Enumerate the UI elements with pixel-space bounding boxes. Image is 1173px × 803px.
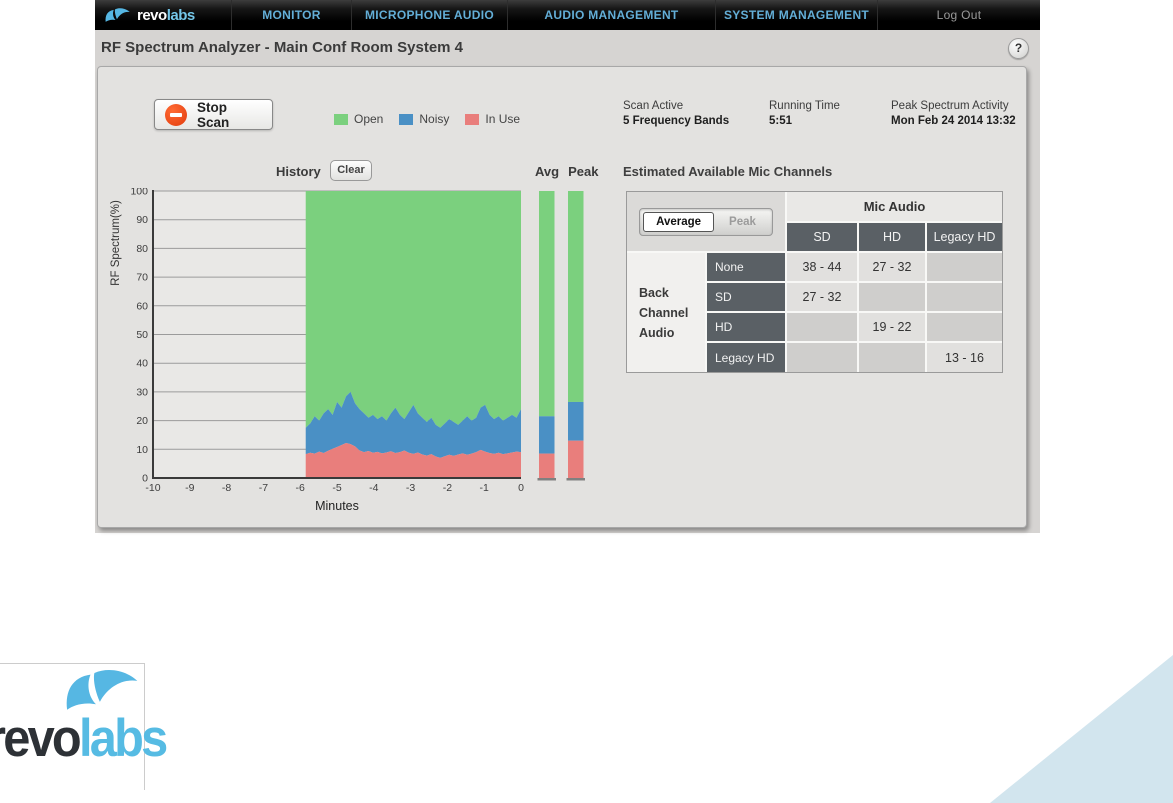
table-cell xyxy=(859,283,925,311)
peak-bar-label: Peak xyxy=(568,164,599,179)
revolabs-flag-icon xyxy=(105,7,130,22)
table-cell: 38 - 44 xyxy=(787,253,857,281)
spectrum-analyzer-panel: Stop Scan Open Noisy In Use Scan Active … xyxy=(97,66,1027,528)
svg-text:RF Spectrum(%): RF Spectrum(%) xyxy=(110,200,122,286)
page-title: RF Spectrum Analyzer - Main Conf Room Sy… xyxy=(101,39,464,56)
legend-label: Open xyxy=(354,112,384,126)
svg-text:70: 70 xyxy=(136,272,148,284)
running-time-label: Running Time xyxy=(769,100,840,112)
corner-accent-triangle xyxy=(990,655,1173,803)
top-navbar: revolabs MONITOR MICROPHONE AUDIO AUDIO … xyxy=(95,0,1040,30)
content-area: RF Spectrum Analyzer - Main Conf Room Sy… xyxy=(95,30,1040,533)
revolabs-logo-text: revolabs xyxy=(137,6,195,24)
peak-activity-label: Peak Spectrum Activity xyxy=(891,100,1009,112)
svg-text:-10: -10 xyxy=(145,482,160,494)
legend-label: In Use xyxy=(485,112,521,126)
peak-activity-block: Peak Spectrum Activity Mon Feb 24 2014 1… xyxy=(891,100,1016,127)
svg-text:-7: -7 xyxy=(259,482,268,494)
scan-active-block: Scan Active 5 Frequency Bands xyxy=(623,100,769,127)
nav-item-audio-management[interactable]: AUDIO MANAGEMENT xyxy=(507,0,715,30)
svg-text:-9: -9 xyxy=(185,482,194,494)
table-cell: 27 - 32 xyxy=(787,283,857,311)
legend-label: Noisy xyxy=(419,112,450,126)
toggle-average-button[interactable]: Average xyxy=(643,211,715,232)
toggle-peak-button[interactable]: Peak xyxy=(716,212,769,232)
table-cell: 19 - 22 xyxy=(859,313,925,341)
table-cell: 13 - 16 xyxy=(927,343,1002,372)
svg-text:100: 100 xyxy=(130,188,148,198)
help-button[interactable]: ? xyxy=(1008,38,1029,59)
col-header-legacy-hd: Legacy HD xyxy=(927,223,1002,251)
legend-item-open: Open xyxy=(334,112,383,126)
nav-item-monitor[interactable]: MONITOR xyxy=(231,0,351,30)
svg-text:-2: -2 xyxy=(443,482,452,494)
col-header-sd: SD xyxy=(787,223,857,251)
peak-activity-value: Mon Feb 24 2014 13:32 xyxy=(891,115,1016,127)
scan-active-label: Scan Active xyxy=(623,100,684,112)
svg-text:30: 30 xyxy=(136,386,148,398)
svg-text:-1: -1 xyxy=(480,482,489,494)
svg-text:-5: -5 xyxy=(332,482,341,494)
running-time-block: Running Time 5:51 xyxy=(769,100,891,127)
legend-item-inuse: In Use xyxy=(465,112,520,126)
nav-item-system-management[interactable]: SYSTEM MANAGEMENT xyxy=(715,0,877,30)
row-header-none: None xyxy=(707,253,785,281)
legend-item-noisy: Noisy xyxy=(399,112,449,126)
svg-text:50: 50 xyxy=(136,329,148,341)
history-title: History xyxy=(276,164,321,179)
mic-channels-title: Estimated Available Mic Channels xyxy=(623,164,833,179)
stop-scan-label: Stop Scan xyxy=(197,99,230,130)
svg-text:10: 10 xyxy=(136,444,148,456)
table-cell xyxy=(787,313,857,341)
svg-text:90: 90 xyxy=(136,214,148,226)
back-channel-audio-header: Back Channel Audio xyxy=(627,253,705,372)
footer-revolabs-logo: revolabs xyxy=(0,663,168,790)
revolabs-logo: revolabs xyxy=(95,0,231,30)
row-header-hd: HD xyxy=(707,313,785,341)
nav-item-microphone-audio[interactable]: MICROPHONE AUDIO xyxy=(351,0,507,30)
table-cell xyxy=(787,343,857,372)
svg-text:-8: -8 xyxy=(222,482,231,494)
open-swatch-icon xyxy=(334,113,348,125)
row-header-legacy-hd: Legacy HD xyxy=(707,343,785,372)
inuse-swatch-icon xyxy=(465,113,480,125)
avg-peak-toggle-cell: Average Peak xyxy=(627,192,785,251)
svg-text:-6: -6 xyxy=(296,482,305,494)
running-time-value: 5:51 xyxy=(769,115,793,127)
table-cell xyxy=(927,283,1002,311)
table-cell xyxy=(927,313,1002,341)
svg-text:0: 0 xyxy=(518,482,524,494)
svg-text:-4: -4 xyxy=(369,482,378,494)
svg-text:40: 40 xyxy=(136,358,148,370)
stop-scan-button[interactable]: Stop Scan xyxy=(154,99,273,130)
avg-bar-label: Avg xyxy=(535,164,560,179)
stop-icon xyxy=(165,103,187,126)
table-cell: 27 - 32 xyxy=(859,253,925,281)
avg-peak-bar-labels: Avg Peak xyxy=(535,164,598,179)
footer-logo-text: revolabs xyxy=(0,709,168,768)
svg-text:20: 20 xyxy=(136,415,148,427)
chart-legend: Open Noisy In Use xyxy=(334,112,520,126)
col-header-hd: HD xyxy=(859,223,925,251)
avg-peak-toggle: Average Peak xyxy=(639,207,773,236)
mic-audio-header: Mic Audio xyxy=(787,192,1002,221)
table-cell xyxy=(927,253,1002,281)
rf-spectrum-history-chart: 0 10 20 30 40 50 60 70 80 90 100 -10 -9 -8 -7 -6 -5 -4 -3 -… xyxy=(110,188,585,513)
scan-status-row: Scan Active 5 Frequency Bands Running Ti… xyxy=(623,100,1016,127)
svg-text:Minutes: Minutes xyxy=(315,499,359,513)
mic-channels-table: Average Peak Mic Audio SD HD Legacy HD B… xyxy=(626,191,1003,373)
clear-history-button[interactable]: Clear xyxy=(330,160,372,181)
scan-active-value: 5 Frequency Bands xyxy=(623,115,730,127)
svg-text:80: 80 xyxy=(136,243,148,255)
svg-text:-3: -3 xyxy=(406,482,415,494)
svg-text:60: 60 xyxy=(136,300,148,312)
noisy-swatch-icon xyxy=(399,113,414,125)
table-cell xyxy=(859,343,925,372)
row-header-sd: SD xyxy=(707,283,785,311)
logout-button[interactable]: Log Out xyxy=(877,0,1040,30)
